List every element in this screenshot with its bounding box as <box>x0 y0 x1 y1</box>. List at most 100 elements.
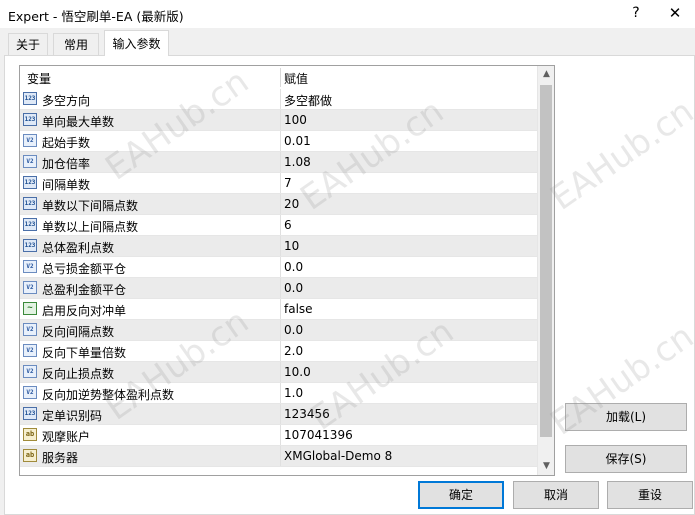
table-row[interactable]: 123 单向最大单数 100 <box>20 110 537 131</box>
string-type-icon: ab <box>23 428 37 441</box>
column-divider <box>280 215 281 235</box>
header-value[interactable]: 赋值 <box>284 70 308 87</box>
integer-type-icon: 123 <box>23 407 37 420</box>
save-button[interactable]: 保存(S) <box>565 445 687 473</box>
table-body: 123 多空方向 多空都做 123 单向最大单数 100 V2 起始手数 0.01 V2 加仓倍率 1… <box>20 89 537 467</box>
variable-name: 加仓倍率 <box>42 157 91 171</box>
scrollbar-thumb[interactable] <box>540 85 552 437</box>
variable-value[interactable]: 2.0 <box>284 344 303 358</box>
variable-name: 总体盈利点数 <box>42 241 115 255</box>
column-divider <box>280 236 281 256</box>
integer-type-icon: 123 <box>23 113 37 126</box>
table-row[interactable]: 123 定单识别码 123456 <box>20 404 537 425</box>
variable-value[interactable]: 6 <box>284 218 292 232</box>
scroll-up-icon[interactable]: ▲ <box>538 66 554 83</box>
variable-value[interactable]: 7 <box>284 176 292 190</box>
double-type-icon: V2 <box>23 281 37 294</box>
variable-value[interactable]: 20 <box>284 197 299 211</box>
column-divider <box>280 173 281 193</box>
table-row[interactable]: 123 单数以上间隔点数 6 <box>20 215 537 236</box>
window-title: Expert - 悟空刷单-EA (最新版) <box>8 9 184 24</box>
double-type-icon: V2 <box>23 134 37 147</box>
double-type-icon: V2 <box>23 386 37 399</box>
variable-name: 反向止损点数 <box>42 367 115 381</box>
parameters-table[interactable]: 变量 赋值 123 多空方向 多空都做 123 单向最大单数 100 V2 起始手数 0.01 V… <box>19 65 555 476</box>
variable-name: 定单识别码 <box>42 409 103 423</box>
column-divider <box>280 110 281 130</box>
table-header: 变量 赋值 <box>20 66 537 90</box>
column-divider <box>280 131 281 151</box>
variable-name: 间隔单数 <box>42 178 91 192</box>
cancel-button[interactable]: 取消 <box>513 481 599 509</box>
table-row[interactable]: ~ 启用反向对冲单 false <box>20 299 537 320</box>
reset-button[interactable]: 重设 <box>607 481 693 509</box>
column-divider <box>280 320 281 340</box>
table-row[interactable]: ab 服务器 XMGlobal-Demo 8 <box>20 446 537 467</box>
integer-type-icon: 123 <box>23 197 37 210</box>
table-row[interactable]: ab 观摩账户 107041396 <box>20 425 537 446</box>
header-divider[interactable] <box>280 68 281 87</box>
column-divider <box>280 152 281 172</box>
variable-value[interactable]: 0.01 <box>284 134 311 148</box>
close-button[interactable]: ✕ <box>664 3 686 23</box>
variable-value[interactable]: 123456 <box>284 407 330 421</box>
variable-value[interactable]: 1.0 <box>284 386 303 400</box>
variable-value[interactable]: 1.08 <box>284 155 311 169</box>
column-divider <box>280 257 281 277</box>
variable-value[interactable]: 0.0 <box>284 281 303 295</box>
double-type-icon: V2 <box>23 365 37 378</box>
double-type-icon: V2 <box>23 260 37 273</box>
table-row[interactable]: 123 单数以下间隔点数 20 <box>20 194 537 215</box>
variable-name: 总亏损金额平仓 <box>42 262 127 276</box>
variable-name: 反向间隔点数 <box>42 325 115 339</box>
table-row[interactable]: 123 多空方向 多空都做 <box>20 89 537 110</box>
variable-name: 单向最大单数 <box>42 115 115 129</box>
variable-name: 启用反向对冲单 <box>42 304 127 318</box>
variable-name: 多空方向 <box>42 94 91 108</box>
integer-type-icon: 123 <box>23 92 37 105</box>
ok-button[interactable]: 确定 <box>418 481 504 509</box>
column-divider <box>280 278 281 298</box>
variable-value[interactable]: 多空都做 <box>284 92 332 109</box>
column-divider <box>280 446 281 466</box>
table-row[interactable]: 123 间隔单数 7 <box>20 173 537 194</box>
variable-value[interactable]: 10.0 <box>284 365 311 379</box>
help-button[interactable]: ? <box>626 3 646 23</box>
column-divider <box>280 362 281 382</box>
tab-common[interactable]: 常用 <box>53 33 99 55</box>
string-type-icon: ab <box>23 449 37 462</box>
variable-name: 反向加逆势整体盈利点数 <box>42 388 175 402</box>
title-bar: Expert - 悟空刷单-EA (最新版) ? ✕ <box>0 0 695 28</box>
scroll-down-icon[interactable]: ▼ <box>538 458 554 475</box>
table-row[interactable]: V2 起始手数 0.01 <box>20 131 537 152</box>
variable-value[interactable]: 10 <box>284 239 299 253</box>
table-row[interactable]: V2 反向止损点数 10.0 <box>20 362 537 383</box>
variable-value[interactable]: 107041396 <box>284 428 353 442</box>
column-divider <box>280 89 281 109</box>
column-divider <box>280 299 281 319</box>
variable-value[interactable]: 100 <box>284 113 307 127</box>
integer-type-icon: 123 <box>23 176 37 189</box>
table-row[interactable]: V2 反向间隔点数 0.0 <box>20 320 537 341</box>
table-row[interactable]: V2 总盈利金额平仓 0.0 <box>20 278 537 299</box>
double-type-icon: V2 <box>23 323 37 336</box>
variable-value[interactable]: false <box>284 302 313 316</box>
variable-name: 单数以下间隔点数 <box>42 199 139 213</box>
column-divider <box>280 194 281 214</box>
table-row[interactable]: 123 总体盈利点数 10 <box>20 236 537 257</box>
column-divider <box>280 341 281 361</box>
column-divider <box>280 425 281 445</box>
variable-value[interactable]: 0.0 <box>284 323 303 337</box>
table-row[interactable]: V2 加仓倍率 1.08 <box>20 152 537 173</box>
boolean-type-icon: ~ <box>23 302 37 315</box>
tab-inputs[interactable]: 输入参数 <box>104 30 169 56</box>
load-button[interactable]: 加载(L) <box>565 403 687 431</box>
table-row[interactable]: V2 总亏损金额平仓 0.0 <box>20 257 537 278</box>
variable-value[interactable]: XMGlobal-Demo 8 <box>284 449 392 463</box>
vertical-scrollbar[interactable]: ▲ ▼ <box>537 66 554 475</box>
header-variable[interactable]: 变量 <box>27 70 51 87</box>
table-row[interactable]: V2 反向下单量倍数 2.0 <box>20 341 537 362</box>
table-row[interactable]: V2 反向加逆势整体盈利点数 1.0 <box>20 383 537 404</box>
tab-about[interactable]: 关于 <box>8 33 48 55</box>
variable-value[interactable]: 0.0 <box>284 260 303 274</box>
